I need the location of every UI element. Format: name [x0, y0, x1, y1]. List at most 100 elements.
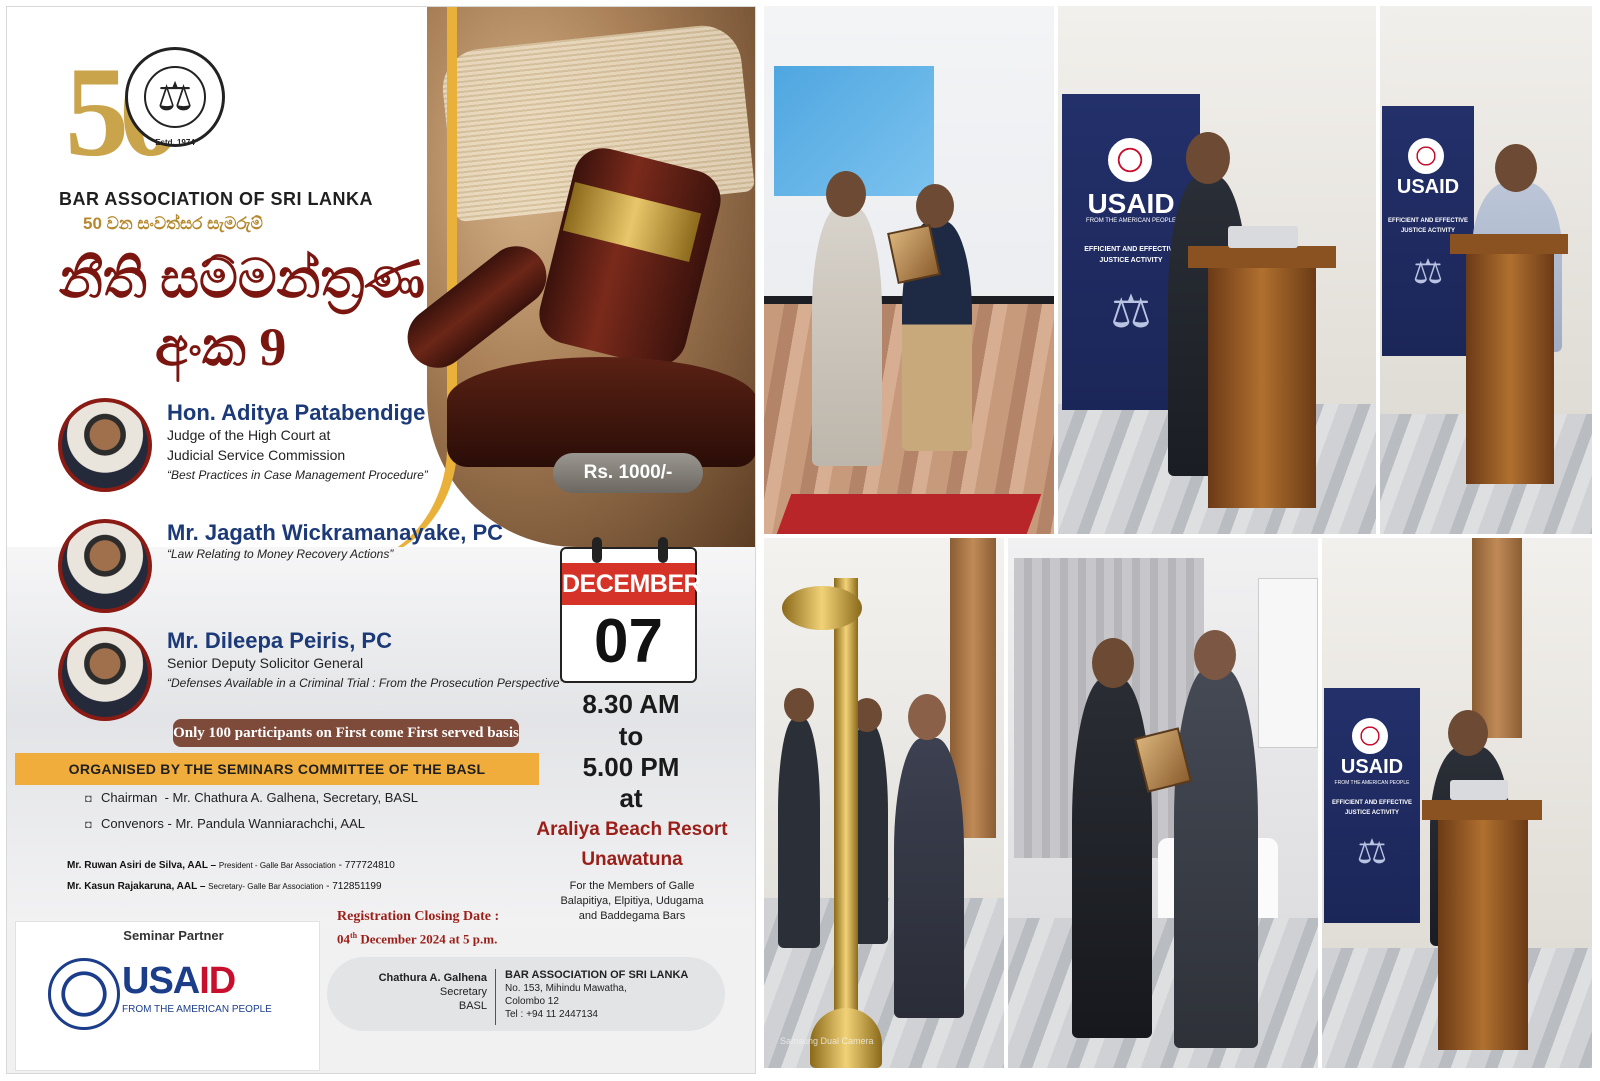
speaker-topic-2: “Law Relating to Money Recovery Actions” [167, 547, 394, 561]
committee-chairman: ◘ Chairman - Mr. Chathura A. Galhena, Sec… [85, 790, 418, 805]
wooden-podium [1466, 254, 1554, 484]
emblem-established-year: Estd. 1974 [155, 138, 195, 147]
brass-rooster-top [782, 586, 862, 630]
elder-lighting-lamp [894, 738, 964, 1018]
presenter-grey-suit [1174, 668, 1258, 1048]
organisation-name: BAR ASSOCIATION OF SRI LANKA [59, 189, 373, 209]
banner-usaid-word: USAID [1340, 756, 1404, 778]
person-head [826, 171, 866, 217]
seminar-poster: 50 ⚖ Estd. 1974 BAR ASSOCIATION OF SRI L… [6, 6, 756, 1074]
signatory: Chathura A. Galhena Secretary BASL [367, 971, 487, 1013]
photo-podium-speaker-1: USAID FROM THE AMERICAN PEOPLE EFFICIENT… [1058, 6, 1376, 534]
registration-title: Registration Closing Date : [337, 909, 500, 924]
usaid-tagline: FROM THE AMERICAN PEOPLE [122, 1004, 272, 1015]
usaid-seal-icon [1108, 138, 1152, 182]
person-head [1448, 710, 1488, 756]
person-head [908, 694, 946, 740]
price-badge: Rs. 1000/- [553, 453, 703, 493]
wood-pillar [1472, 538, 1522, 738]
signature-block: Chathura A. Galhena Secretary BASL BAR A… [327, 957, 725, 1031]
committee-detail: - Mr. Chathura A. Galhena, Secretary, BA… [164, 790, 418, 805]
address-line1: No. 153, Mihindu Mawatha, [505, 983, 627, 994]
address-line2: Colombo 12 [505, 996, 559, 1007]
contact-1: Mr. Ruwan Asiri de Silva, AAL – Presiden… [67, 860, 395, 871]
usaid-word-blue: USA [122, 960, 200, 1002]
podium-top [1422, 800, 1542, 820]
contact-phone: - 712851199 [326, 881, 382, 892]
usaid-banner: USAID FROM THE AMERICAN PEOPLE EFFICIENT… [1324, 688, 1420, 923]
speaker-name-3: Mr. Dileepa Peiris, PC [167, 628, 392, 653]
signatory-title: Secretary [439, 986, 487, 998]
committee-convenors: ◘ Convenors - Mr. Pandula Wanniarachchi, … [85, 816, 365, 831]
registration-deadline: Registration Closing Date : 04th Decembe… [337, 909, 577, 947]
venue-name: Araliya Beach Resort [536, 819, 728, 840]
banner-usaid-word: USAID [1396, 176, 1460, 198]
podium-top [1188, 246, 1336, 268]
usaid-banner: USAID EFFICIENT AND EFFECTIVE JUSTICE AC… [1382, 106, 1474, 356]
laptop [1450, 780, 1508, 800]
photo-lamp-lighting: Samsung Dual Camera [764, 538, 1004, 1068]
usaid-word-red: ID [199, 960, 236, 1002]
contact-2: Mr. Kasun Rajakaruna, AAL – Secretary- G… [67, 881, 382, 892]
recipient-dark-suit [1072, 678, 1152, 1038]
seminar-partner-box: Seminar Partner USAID FROM THE AMERICAN … [15, 921, 320, 1071]
wooden-podium [1208, 268, 1316, 508]
person-head [1194, 630, 1236, 680]
person-head [1186, 132, 1230, 184]
photo-award-presentation-1 [764, 6, 1054, 534]
members-note-2: Balapitiya, Elpitiya, Udugama [560, 895, 704, 907]
registration-rest: December 2024 at 5 p.m. [357, 931, 498, 947]
registration-date: 04th December 2024 at 5 p.m. [337, 931, 577, 947]
person-head [916, 184, 954, 228]
red-carpet [776, 494, 1042, 534]
date-calendar-icon: DECEMBER 07 [560, 537, 702, 683]
contact-name: Mr. Ruwan Asiri de Silva, AAL – [67, 860, 217, 871]
photo-award-presentation-2 [1008, 538, 1318, 1068]
laptop [1228, 226, 1298, 248]
camera-watermark: Samsung Dual Camera [780, 1036, 874, 1046]
podium-top [1450, 234, 1568, 254]
bullet-icon: ◘ [85, 819, 92, 831]
usaid-seal-icon [48, 958, 120, 1030]
speaker-title-1a: Judge of the High Court at [167, 427, 331, 443]
association-name: BAR ASSOCIATION OF SRI LANKA [505, 969, 689, 981]
telephone: Tel : +94 11 2447134 [505, 1009, 598, 1020]
speaker-topic-3: “Defenses Available in a Criminal Trial … [167, 676, 564, 690]
justice-figure-icon: ⚖ [144, 66, 206, 128]
calendar-month: DECEMBER [562, 563, 702, 605]
end-time: 5.00 PM [582, 752, 680, 782]
contact-name: Mr. Kasun Rajakaruna, AAL – [67, 881, 206, 892]
start-time: 8.30 AM [582, 689, 680, 719]
banner-activity-1: EFFICIENT AND EFFECTIVE [1387, 218, 1469, 224]
registration-day: 04 [337, 931, 350, 947]
person-grey-suit [812, 206, 882, 466]
poster-title-line1: නීති සම්මන්ත්‍රණ [59, 249, 426, 309]
person-head [1495, 144, 1537, 192]
committee-role: Convenors [101, 816, 164, 831]
person-head [1092, 638, 1134, 688]
speaker-photo-3 [58, 627, 152, 721]
gavel-sound-block [447, 357, 755, 467]
association-address: BAR ASSOCIATION OF SRI LANKA No. 153, Mi… [505, 969, 705, 1021]
committee-detail: - Mr. Pandula Wanniarachchi, AAL [167, 816, 366, 831]
basl-emblem-icon: ⚖ [125, 47, 225, 147]
committee-role: Chairman [101, 790, 158, 805]
speaker-name-2: Mr. Jagath Wickramanayake, PC [167, 520, 504, 545]
speaker-title-3: Senior Deputy Solicitor General [167, 655, 364, 671]
participants-limit-note: Only 100 participants on First come Firs… [173, 719, 519, 747]
venue-at: at [619, 783, 643, 813]
scales-of-justice-icon: ⚖ [1356, 833, 1388, 871]
calendar-ring-left [592, 537, 602, 563]
brass-oil-lamp-stem [834, 578, 858, 1058]
speaker-photo-2 [58, 519, 152, 613]
speaker-photo-1 [58, 398, 152, 492]
speaker-title-1b: Judicial Service Commission [167, 447, 346, 463]
calendar-day: 07 [594, 607, 663, 676]
banner-tagline: FROM THE AMERICAN PEOPLE [1334, 780, 1410, 786]
venue-place: Unawatuna [581, 849, 683, 870]
photo-podium-speaker-2: USAID EFFICIENT AND EFFECTIVE JUSTICE AC… [1380, 6, 1592, 534]
partner-label: Seminar Partner [123, 928, 224, 943]
photo-podium-speaker-3: USAID FROM THE AMERICAN PEOPLE EFFICIENT… [1322, 538, 1592, 1068]
organised-by-bar: ORGANISED BY THE SEMINARS COMMITTEE OF T… [15, 753, 539, 785]
signatory-org-short: BASL [458, 1000, 487, 1012]
